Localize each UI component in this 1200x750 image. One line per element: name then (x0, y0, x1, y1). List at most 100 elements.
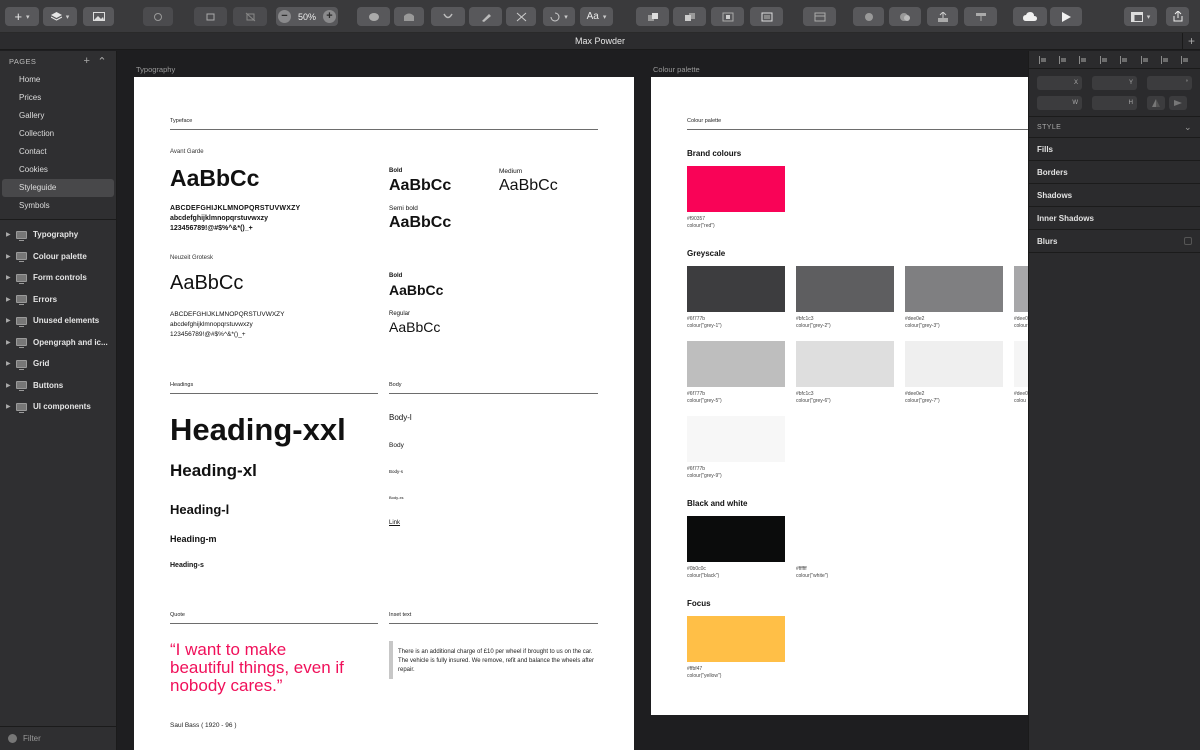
page-item[interactable]: Gallery (2, 107, 114, 125)
share-button[interactable] (1166, 7, 1189, 26)
rotate-button[interactable] (143, 7, 173, 26)
colour-swatch[interactable] (1014, 266, 1028, 312)
scale-button[interactable] (194, 7, 227, 26)
forward-button[interactable] (636, 7, 669, 26)
rotate-copies-button[interactable]: ▾ (543, 7, 575, 26)
disclosure-triangle-icon[interactable]: ▶ (6, 382, 16, 389)
page-item[interactable]: Styleguide (2, 179, 114, 197)
artboard-label-typography[interactable]: Typography (136, 65, 175, 74)
cloud-button[interactable] (1013, 7, 1047, 26)
layer-item[interactable]: ▶ Errors (0, 289, 116, 311)
colour-swatch[interactable] (687, 416, 785, 462)
page-item[interactable]: Home (2, 71, 114, 89)
layer-item[interactable]: ▶ Colour palette (0, 246, 116, 268)
union-button[interactable] (357, 7, 390, 26)
height-field[interactable]: H (1092, 96, 1137, 110)
align-bottom-icon[interactable] (1160, 55, 1170, 64)
x-field[interactable]: X (1037, 76, 1082, 90)
align-top-icon[interactable] (1120, 55, 1129, 64)
align-right-icon[interactable] (1079, 55, 1088, 64)
flip-vertical-button[interactable] (1169, 96, 1187, 110)
zoom-out-button[interactable]: − (278, 10, 291, 23)
export-button[interactable] (927, 7, 958, 26)
mirror-button[interactable] (853, 7, 884, 26)
view-button[interactable] (964, 7, 997, 26)
disclosure-triangle-icon[interactable]: ▶ (6, 317, 16, 324)
palette-artboard[interactable]: Colour palette Brand colours Greyscale B… (651, 77, 1028, 715)
disclosure-triangle-icon[interactable]: ▶ (6, 231, 16, 238)
align-center-icon[interactable] (1059, 55, 1068, 64)
create-symbol-button[interactable] (803, 7, 836, 26)
flip-horizontal-button[interactable] (1147, 96, 1165, 110)
style-header[interactable]: STYLE ⌄ (1029, 116, 1200, 138)
new-tab-button[interactable]: + (1182, 33, 1200, 50)
colour-swatch[interactable] (905, 266, 1003, 312)
align-middle-icon[interactable] (1140, 55, 1150, 64)
blur-checkbox[interactable] (1184, 237, 1192, 245)
flatten-button[interactable] (233, 7, 267, 26)
style-row[interactable]: Shadows (1029, 184, 1200, 207)
link-sample[interactable]: Link (389, 520, 400, 526)
colour-swatch[interactable] (796, 341, 894, 387)
layout-button[interactable]: ▾ (1124, 7, 1157, 26)
page-item[interactable]: Cookies (2, 161, 114, 179)
page-item[interactable]: Symbols (2, 197, 114, 215)
zoom-in-button[interactable]: + (322, 10, 336, 23)
colour-swatch[interactable] (1014, 341, 1028, 387)
backward-button[interactable] (673, 7, 706, 26)
style-row[interactable]: Fills (1029, 138, 1200, 161)
prototype-button[interactable] (889, 7, 921, 26)
ungroup-button[interactable] (750, 7, 783, 26)
layer-item[interactable]: ▶ Typography (0, 224, 116, 246)
disclosure-triangle-icon[interactable]: ▶ (6, 339, 16, 346)
transform-button[interactable] (431, 7, 465, 26)
width-field[interactable]: W (1037, 96, 1082, 110)
style-row[interactable]: Borders (1029, 161, 1200, 184)
edit-button[interactable] (469, 7, 502, 26)
disclosure-triangle-icon[interactable]: ▶ (6, 253, 16, 260)
image-button[interactable] (83, 7, 114, 26)
colour-swatch[interactable] (905, 341, 1003, 387)
distribute-vertical-icon[interactable] (1181, 55, 1190, 64)
scissors-button[interactable] (506, 7, 536, 26)
text-style-button[interactable]: Aa ▾ (580, 7, 613, 26)
align-left-icon[interactable] (1038, 55, 1048, 64)
disclosure-triangle-icon[interactable]: ▶ (6, 274, 16, 281)
rotation-field[interactable]: ° (1147, 76, 1192, 90)
page-item[interactable]: Prices (2, 89, 114, 107)
mask-button[interactable] (394, 7, 424, 26)
style-row[interactable]: Blurs (1029, 230, 1200, 253)
style-row[interactable]: Inner Shadows (1029, 207, 1200, 230)
font-symbols: 123456789!@#$%^&*()_+ (170, 331, 246, 338)
distribute-horizontal-icon[interactable] (1099, 55, 1109, 64)
group-button[interactable] (711, 7, 744, 26)
layer-item[interactable]: ▶ Grid (0, 353, 116, 375)
page-item[interactable]: Contact (2, 143, 114, 161)
disclosure-triangle-icon[interactable]: ▶ (6, 360, 16, 367)
layer-item[interactable]: ▶ Buttons (0, 375, 116, 397)
layers-menu-button[interactable]: ▾ (43, 7, 77, 26)
preview-button[interactable] (1050, 7, 1082, 26)
colour-swatch[interactable] (687, 166, 785, 212)
layer-item[interactable]: ▶ Opengraph and ic... (0, 332, 116, 354)
y-field[interactable]: Y (1092, 76, 1137, 90)
layer-item[interactable]: ▶ Form controls (0, 267, 116, 289)
artboard-label-palette[interactable]: Colour palette (653, 65, 700, 74)
colour-swatch[interactable] (687, 616, 785, 662)
layer-item[interactable]: ▶ UI components (0, 396, 116, 418)
colour-swatch[interactable] (687, 516, 785, 562)
filter-bar[interactable]: Filter (0, 726, 117, 750)
layer-item[interactable]: ▶ Unused elements (0, 310, 116, 332)
insert-button[interactable]: + ▾ (5, 7, 39, 26)
colour-swatch[interactable] (796, 516, 894, 562)
colour-swatch[interactable] (687, 341, 785, 387)
collapse-pages-icon[interactable]: ⌃ (97, 55, 107, 68)
colour-swatch[interactable] (687, 266, 785, 312)
page-item[interactable]: Collection (2, 125, 114, 143)
colour-swatch[interactable] (796, 266, 894, 312)
typography-artboard[interactable]: Typeface Avant Garde AaBbCc ABCDEFGHIJKL… (134, 77, 634, 750)
disclosure-triangle-icon[interactable]: ▶ (6, 296, 16, 303)
disclosure-triangle-icon[interactable]: ▶ (6, 403, 16, 410)
canvas[interactable]: Typography Colour palette Typeface Avant… (118, 51, 1028, 750)
add-page-icon[interactable]: + (84, 55, 91, 67)
